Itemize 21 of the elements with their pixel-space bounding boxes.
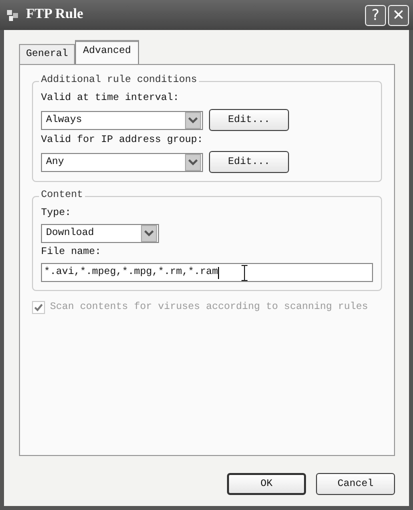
text-cursor-icon	[241, 264, 248, 280]
tab[interactable]: General	[19, 44, 76, 64]
field-label: Valid for IP address group:	[41, 135, 204, 146]
field-label: File name:	[41, 247, 102, 258]
dropdown[interactable]: Download	[41, 224, 159, 243]
check-icon	[34, 303, 43, 312]
field-label: Type:	[41, 208, 72, 219]
dropdown[interactable]: Any	[41, 152, 203, 172]
help-button[interactable]: ?	[365, 4, 386, 26]
app-icon	[6, 8, 20, 22]
checkbox-label: Scan contents for viruses according to scanning rules	[50, 302, 368, 313]
ok-button[interactable]: OK	[227, 473, 306, 495]
dropdown[interactable]: Always	[41, 110, 203, 130]
input-field[interactable]: *.avi,*.mpeg,*.mpg,*.rm,*.ram	[41, 263, 373, 282]
cancel-button[interactable]: Cancel	[316, 473, 395, 495]
edit-button[interactable]: Edit...	[209, 151, 289, 173]
window-title: FTP Rule	[26, 7, 84, 23]
tab[interactable]: Advanced	[75, 40, 140, 64]
edit-button[interactable]: Edit...	[209, 109, 289, 131]
close-button[interactable]: ✕	[388, 4, 409, 26]
field-label: Valid at time interval:	[41, 93, 180, 104]
